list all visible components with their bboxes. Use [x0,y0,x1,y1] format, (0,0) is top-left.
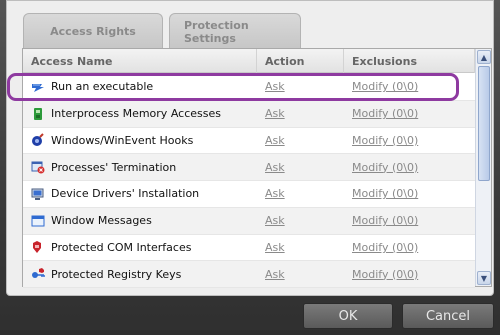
action-link[interactable]: Ask [265,241,285,254]
access-name: Protected COM Interfaces [51,240,192,254]
modify-exclusions-link[interactable]: Modify (0\0) [352,187,418,200]
column-header-access-name[interactable]: Access Name [23,49,257,73]
action-link[interactable]: Ask [265,161,285,174]
modify-exclusions-link[interactable]: Modify (0\0) [352,241,418,254]
modify-exclusions-link[interactable]: Modify (0\0) [352,107,418,120]
table-row[interactable]: Processes' Termination Ask Modify (0\0) [23,154,475,181]
action-link[interactable]: Ask [265,268,285,281]
access-name: Processes' Termination [51,160,177,174]
tab-access-rights[interactable]: Access Rights [23,13,163,49]
executable-icon [31,80,45,94]
access-rights-list: Access Name Action Exclusions Run an exe… [22,48,492,288]
access-name: Window Messages [51,214,152,228]
access-name: Protected Registry Keys [51,267,182,281]
ok-button[interactable]: OK [303,303,393,329]
scroll-up-icon[interactable]: ▲ [477,50,491,64]
access-name: Windows/WinEvent Hooks [51,133,194,147]
scroll-thumb[interactable] [478,66,490,181]
device-driver-icon [31,187,45,201]
memory-icon [31,107,45,121]
modify-exclusions-link[interactable]: Modify (0\0) [352,80,418,93]
access-name: Interprocess Memory Accesses [51,107,221,121]
hook-icon [31,133,45,147]
table-row[interactable]: Interprocess Memory Accesses Ask Modify … [23,100,475,128]
table-row[interactable]: Device Drivers' Installation Ask Modify … [23,181,475,208]
com-interface-icon [31,240,45,254]
window-messages-icon [31,214,45,228]
settings-panel: Access Rights Protection Settings Access… [6,0,494,296]
column-header-action[interactable]: Action [257,49,344,73]
process-termination-icon [31,160,45,174]
action-link[interactable]: Ask [265,187,285,200]
action-link[interactable]: Ask [265,107,285,120]
modify-exclusions-link[interactable]: Modify (0\0) [352,214,418,227]
list-rows: Run an executable Ask Modify (0\0) Inter… [23,74,475,288]
action-link[interactable]: Ask [265,214,285,227]
table-row[interactable]: Window Messages Ask Modify (0\0) [23,207,475,235]
vertical-scrollbar[interactable]: ▲ ▼ [475,49,491,286]
table-row[interactable]: Run an executable Ask Modify (0\0) [23,74,475,101]
table-row[interactable]: Protected Registry Keys Ask Modify (0\0) [23,261,475,288]
action-link[interactable]: Ask [265,80,285,93]
modify-exclusions-link[interactable]: Modify (0\0) [352,161,418,174]
tab-protection-settings[interactable]: Protection Settings [169,13,301,49]
modify-exclusions-link[interactable]: Modify (0\0) [352,134,418,147]
table-row[interactable]: Protected COM Interfaces Ask Modify (0\0… [23,235,475,262]
scroll-down-icon[interactable]: ▼ [477,271,491,285]
list-header: Access Name Action Exclusions [23,49,475,73]
cancel-button[interactable]: Cancel [402,303,494,329]
access-name: Run an executable [51,80,154,94]
modify-exclusions-link[interactable]: Modify (0\0) [352,268,418,281]
tab-bar: Access Rights Protection Settings [23,13,301,49]
action-link[interactable]: Ask [265,134,285,147]
column-header-exclusions[interactable]: Exclusions [344,49,475,73]
table-row[interactable]: Windows/WinEvent Hooks Ask Modify (0\0) [23,128,475,155]
access-name: Device Drivers' Installation [51,187,200,201]
registry-keys-icon [31,267,45,281]
